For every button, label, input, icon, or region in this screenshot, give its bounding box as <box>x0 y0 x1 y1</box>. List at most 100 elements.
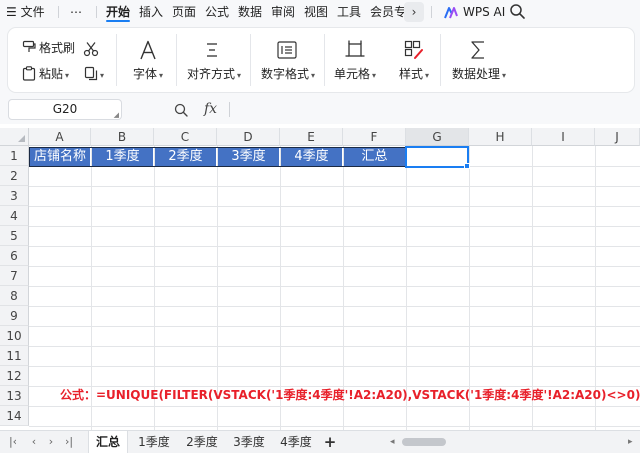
last-sheet-icon[interactable]: ›| <box>62 434 76 450</box>
scrollbar-thumb[interactable] <box>402 438 446 446</box>
row-header[interactable]: 10 <box>0 326 29 346</box>
column-header-g[interactable]: G <box>406 128 469 146</box>
row-header[interactable]: 8 <box>0 286 29 306</box>
sheet-tab-q2[interactable]: 2季度 <box>182 431 222 453</box>
number-format-dropdown-icon: ▾ <box>311 71 316 80</box>
cell-a1-store-name[interactable]: 店铺名称 <box>30 147 91 167</box>
cell-g1-selected[interactable] <box>405 146 469 168</box>
tab-data[interactable]: 数据 <box>238 4 262 20</box>
paste-button[interactable]: 粘贴 ▾ <box>22 66 69 84</box>
cell-b1-q1[interactable]: 1季度 <box>92 147 154 167</box>
style-icon <box>404 40 423 59</box>
grid-line <box>29 346 640 347</box>
more-menu-button[interactable]: ⋯ <box>70 4 82 20</box>
tab-formula[interactable]: 公式 <box>205 4 229 20</box>
file-menu[interactable]: ☰ 文件 <box>6 4 45 20</box>
sheet-tab-q4[interactable]: 4季度 <box>276 431 316 453</box>
select-all-icon <box>18 135 25 142</box>
row-header[interactable]: 6 <box>0 246 29 266</box>
prev-sheet-icon[interactable]: ‹ <box>27 434 41 450</box>
row-header[interactable]: 1 <box>0 146 29 166</box>
tab-tools[interactable]: 工具 <box>337 4 361 20</box>
cell-label: 单元格 <box>334 67 371 81</box>
format-painter-button[interactable]: 格式刷 <box>22 40 75 56</box>
add-sheet-button[interactable]: + <box>322 432 338 452</box>
cell-reference: G20 <box>52 102 78 116</box>
column-header-c[interactable]: C <box>154 128 217 146</box>
row-header[interactable]: 7 <box>0 266 29 286</box>
cell-icon <box>345 40 365 57</box>
function-icon[interactable]: fx <box>204 100 217 118</box>
ribbon-area: 格式刷 粘贴 ▾ ▾ 字体 ▾ 对齐方式 ▾ 数字格式 ▾ 单元格 ▾ 样式 ▾… <box>0 24 640 96</box>
tab-view[interactable]: 视图 <box>304 4 328 20</box>
data-process-button[interactable]: 数据处理 ▾ <box>452 66 506 84</box>
column-header-f[interactable]: F <box>343 128 406 146</box>
row-header[interactable]: 13 <box>0 386 29 406</box>
horizontal-scrollbar[interactable] <box>402 438 626 446</box>
cell-button[interactable]: 单元格 ▾ <box>334 66 376 84</box>
row-header[interactable]: 11 <box>0 346 29 366</box>
column-header-e[interactable]: E <box>280 128 343 146</box>
data-process-label: 数据处理 <box>452 67 501 81</box>
copy-button[interactable]: ▾ <box>84 66 104 84</box>
grid-line <box>29 226 640 227</box>
name-box[interactable]: G20 ◢ <box>8 99 122 120</box>
row-header[interactable]: 5 <box>0 226 29 246</box>
tab-member[interactable]: 会员专 <box>370 4 406 20</box>
grid-line <box>29 326 640 327</box>
grid-line <box>29 286 640 287</box>
scroll-left-icon[interactable]: ◂ <box>390 435 395 449</box>
column-header-b[interactable]: B <box>91 128 154 146</box>
style-dropdown-icon: ▾ <box>425 71 430 80</box>
font-icon <box>140 40 156 60</box>
row-header[interactable]: 14 <box>0 406 29 426</box>
cut-icon[interactable] <box>83 41 99 57</box>
search-icon[interactable] <box>509 3 526 20</box>
font-button[interactable]: 字体 ▾ <box>133 66 163 84</box>
column-header-h[interactable]: H <box>469 128 532 146</box>
sheet-tab-q3[interactable]: 3季度 <box>229 431 269 453</box>
scroll-right-icon[interactable]: ▸ <box>628 435 633 449</box>
cell-d1-q3[interactable]: 3季度 <box>218 147 280 167</box>
wps-ai-button[interactable]: WPS AI <box>444 4 505 20</box>
spreadsheet-grid[interactable]: A B C D E F G H I J 1 2 3 4 5 6 7 8 9 10… <box>0 128 640 430</box>
wps-ai-logo-icon <box>444 6 458 18</box>
cell-f1-total[interactable]: 汇总 <box>344 147 406 167</box>
row-header[interactable]: 9 <box>0 306 29 326</box>
first-sheet-icon[interactable]: |‹ <box>6 434 20 450</box>
sheet-tab-summary[interactable]: 汇总 <box>88 431 128 453</box>
select-all-corner[interactable] <box>0 128 29 146</box>
chevron-right-icon: › <box>411 5 417 19</box>
paste-dropdown-icon[interactable]: ▾ <box>65 71 69 80</box>
sheet-tab-bar: |‹ ‹ › ›| 汇总 1季度 2季度 3季度 4季度 + ◂ ▸ <box>0 430 640 453</box>
formula-input[interactable] <box>234 99 636 120</box>
copy-dropdown-icon[interactable]: ▾ <box>100 71 104 80</box>
column-header-a[interactable]: A <box>29 128 91 146</box>
align-icon <box>207 43 217 57</box>
column-header-i[interactable]: I <box>532 128 595 146</box>
fill-handle[interactable] <box>464 163 470 169</box>
menu-scroll-right-button[interactable]: › <box>404 2 424 22</box>
alignment-dropdown-icon: ▾ <box>237 71 242 80</box>
next-sheet-icon[interactable]: › <box>44 434 58 450</box>
cell-c1-q2[interactable]: 2季度 <box>155 147 217 167</box>
resize-handle-icon[interactable]: ◢ <box>114 111 119 119</box>
active-tab-indicator <box>106 20 130 22</box>
sheet-tab-q1[interactable]: 1季度 <box>134 431 174 453</box>
row-header[interactable]: 2 <box>0 166 29 186</box>
tab-home[interactable]: 开始 <box>106 4 130 20</box>
row-header[interactable]: 3 <box>0 186 29 206</box>
column-header-d[interactable]: D <box>217 128 280 146</box>
tab-review[interactable]: 审阅 <box>271 4 295 20</box>
tab-page[interactable]: 页面 <box>172 4 196 20</box>
style-button[interactable]: 样式 ▾ <box>399 66 429 84</box>
alignment-button[interactable]: 对齐方式 ▾ <box>187 66 241 84</box>
number-format-button[interactable]: 数字格式 ▾ <box>261 66 315 84</box>
row-header[interactable]: 4 <box>0 206 29 226</box>
zoom-icon[interactable] <box>174 103 188 117</box>
tab-insert[interactable]: 插入 <box>139 4 163 20</box>
row-header[interactable]: 12 <box>0 366 29 386</box>
cell-e1-q4[interactable]: 4季度 <box>281 147 343 167</box>
column-header-j[interactable]: J <box>595 128 640 146</box>
ribbon-divider <box>116 34 117 86</box>
